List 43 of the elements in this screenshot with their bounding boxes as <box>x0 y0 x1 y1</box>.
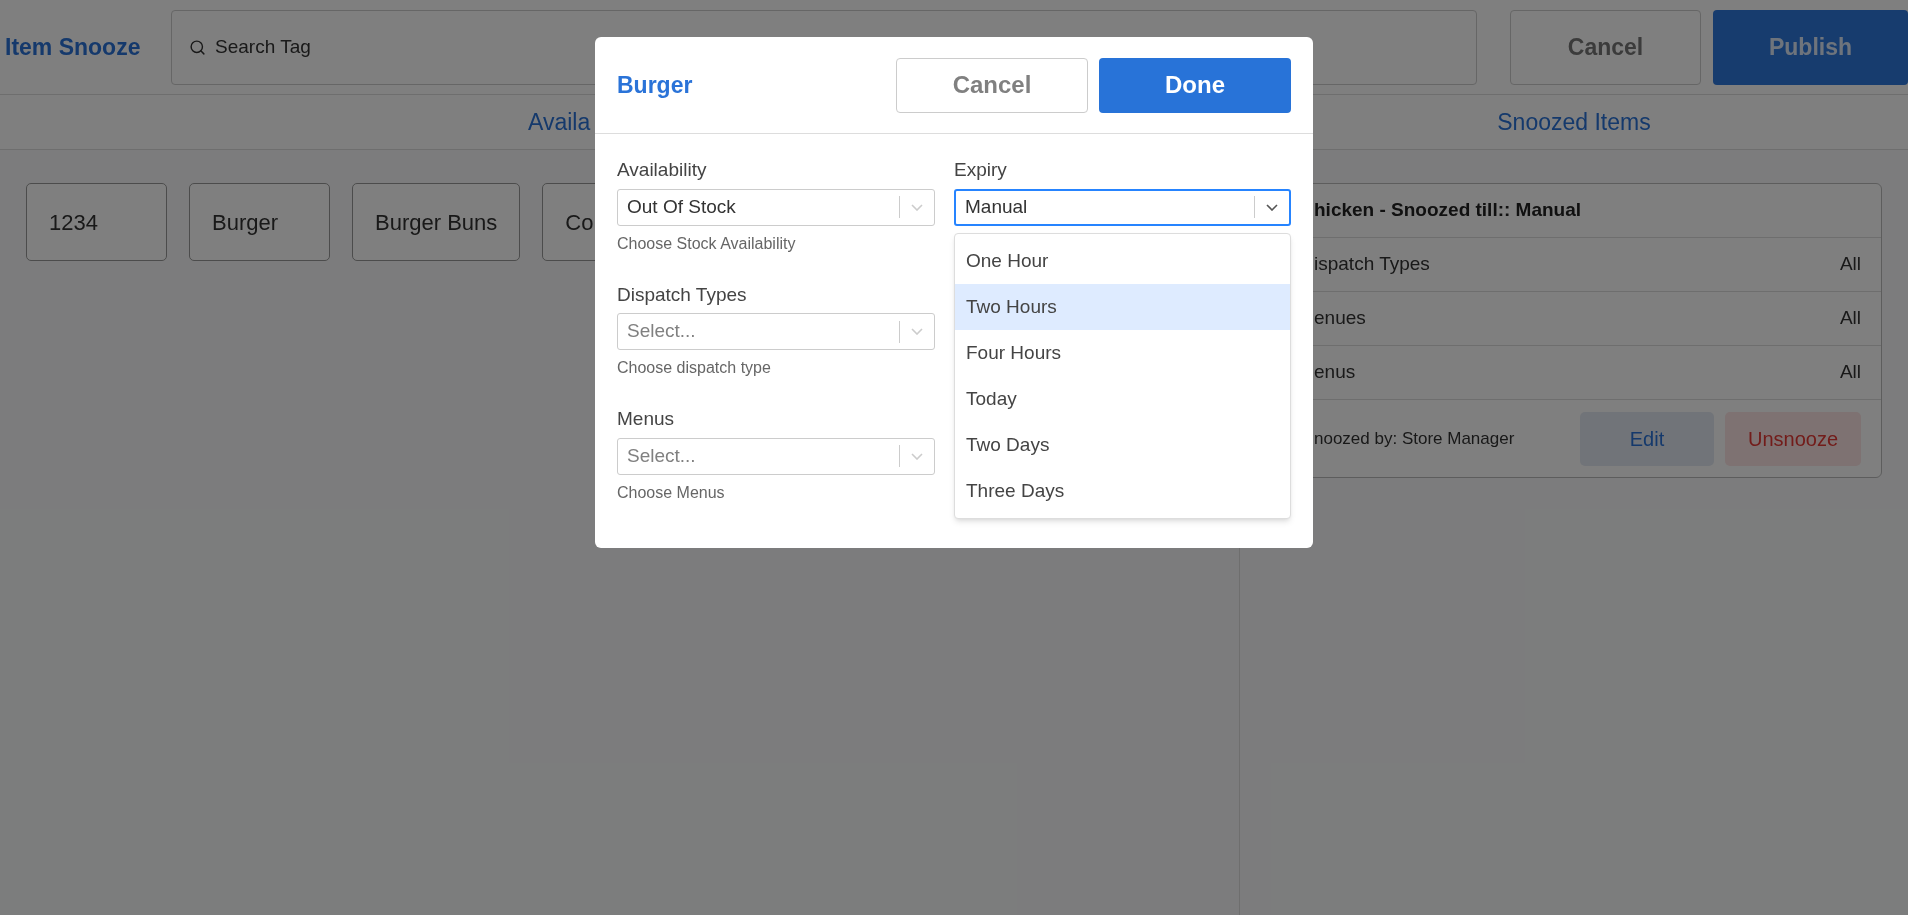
row-value: All <box>1839 252 1861 277</box>
chevron-down-icon <box>1266 203 1278 211</box>
item-chip[interactable]: Burger <box>189 183 330 261</box>
select-field[interactable]: Select... <box>617 437 935 475</box>
field-label: Menus <box>617 407 676 431</box>
done-button[interactable]: Done <box>1099 57 1291 113</box>
row-label: enus <box>1314 360 1356 385</box>
help-text: Choose Stock Availability <box>617 233 797 254</box>
cancel-button[interactable]: Cancel <box>1510 9 1701 85</box>
field-label: Availability <box>617 158 708 182</box>
select-field[interactable]: Manual <box>954 188 1291 226</box>
tab[interactable]: Snoozed Items <box>1497 104 1651 140</box>
chevron-down-icon <box>911 203 923 211</box>
cancel-button[interactable]: Cancel <box>896 57 1088 113</box>
dropdown-option[interactable]: Four Hours <box>955 330 1290 376</box>
row-value: All <box>1839 306 1861 331</box>
unsnooze-button[interactable]: Unsnooze <box>1725 411 1861 466</box>
edit-button[interactable]: Edit <box>1580 411 1714 466</box>
chevron-down-icon <box>911 452 923 460</box>
field-label: Dispatch Types <box>617 282 748 307</box>
card-title: hicken - Snoozed till:: Manual <box>1314 198 1582 223</box>
dropdown-option[interactable]: Three Days <box>955 468 1290 514</box>
chevron-down-icon <box>911 328 923 335</box>
item-chip[interactable]: 1234 <box>26 183 167 261</box>
item-chip[interactable]: Burger Buns <box>352 183 521 261</box>
row-value: All <box>1839 360 1861 385</box>
select-field[interactable]: Select... <box>617 313 935 350</box>
dropdown-option[interactable]: One Hour <box>955 238 1290 284</box>
select-field[interactable]: Out Of Stock <box>617 188 935 226</box>
dropdown-option[interactable]: Two Days <box>955 422 1290 468</box>
page-title: Item Snooze <box>4 32 142 62</box>
dropdown-option[interactable]: Two Hours <box>955 284 1290 330</box>
field-label: Expiry <box>954 158 1008 182</box>
help-text: Choose Menus <box>617 482 726 503</box>
modal-title: Burger <box>617 70 694 100</box>
search-icon <box>189 38 206 56</box>
help-text: Choose dispatch type <box>617 358 772 378</box>
tab[interactable]: Availa <box>528 104 591 140</box>
row-label: ispatch Types <box>1314 252 1430 277</box>
snoozed-by-text: noozed by: Store Manager <box>1314 427 1516 450</box>
dropdown-option[interactable]: Today <box>955 376 1290 422</box>
publish-button[interactable]: Publish <box>1713 9 1908 85</box>
row-label: enues <box>1314 306 1366 331</box>
